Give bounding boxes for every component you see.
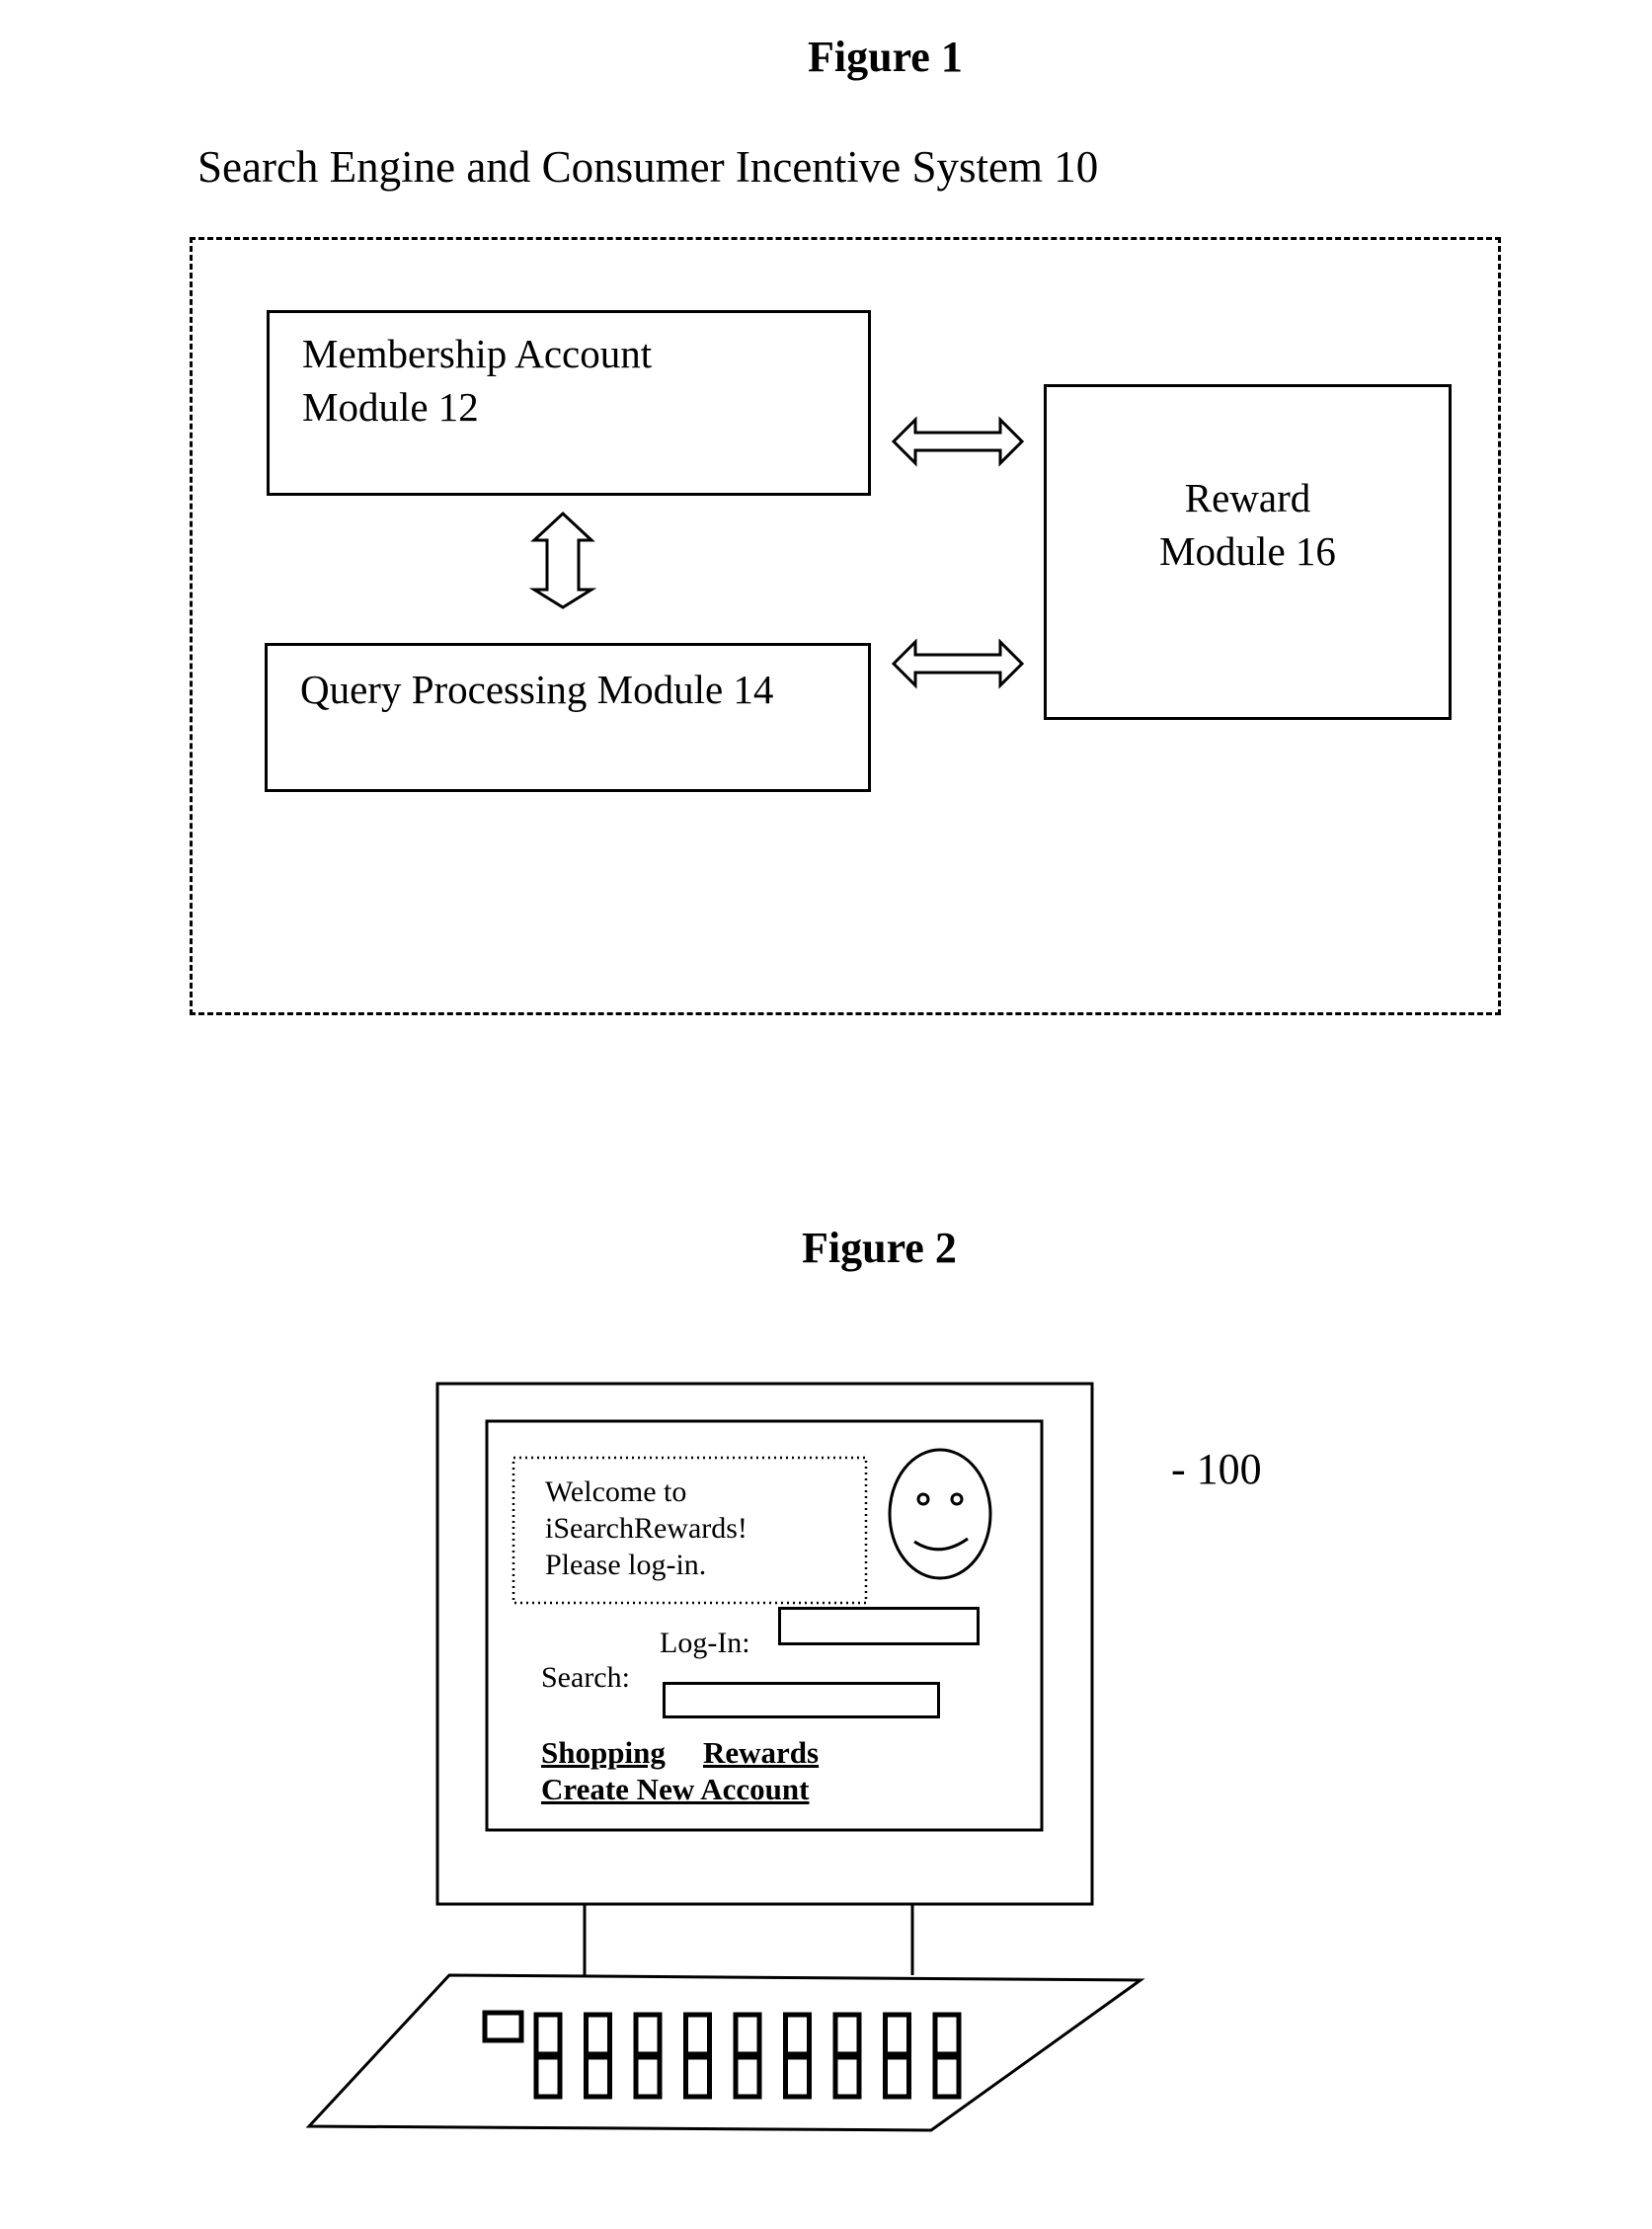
keyboard-small-key: [482, 2010, 524, 2043]
keyboard-key-bottom: [633, 2054, 663, 2100]
create-account-link[interactable]: Create New Account: [541, 1772, 809, 1807]
welcome-line-1: Welcome to: [545, 1475, 687, 1508]
keyboard-key-top: [584, 2012, 612, 2057]
keyboard-key-bottom: [932, 2054, 962, 2100]
keyboard-key-bottom: [883, 2054, 911, 2100]
keyboard-key-bottom: [733, 2054, 762, 2100]
keyboard-key-top: [883, 2012, 911, 2057]
welcome-line-3: Please log-in.: [545, 1549, 707, 1581]
search-label: Search:: [541, 1661, 630, 1694]
keyboard-key-bottom: [832, 2054, 862, 2100]
keyboard-key-top: [633, 2012, 663, 2057]
keyboard: [305, 1973, 1145, 2132]
monitor-frame: [435, 1382, 1094, 1906]
keyboard-key-bottom: [533, 2054, 563, 2100]
search-input[interactable]: [663, 1682, 940, 1718]
keyboard-key-top: [783, 2012, 812, 2057]
rewards-link[interactable]: Rewards: [703, 1735, 819, 1771]
keyboard-key-top: [683, 2012, 712, 2057]
login-input[interactable]: [778, 1607, 980, 1645]
keyboard-key-top: [733, 2012, 762, 2057]
keyboard-key-top: [533, 2012, 563, 2057]
keyboard-key-top: [932, 2012, 962, 2057]
keyboard-key-bottom: [584, 2054, 612, 2100]
keyboard-key-bottom: [783, 2054, 812, 2100]
login-label: Log-In:: [660, 1627, 750, 1659]
keyboard-key-bottom: [683, 2054, 712, 2100]
shopping-link[interactable]: Shopping: [541, 1735, 666, 1771]
keyboard-keys: [482, 2010, 962, 2100]
welcome-line-2: iSearchRewards!: [545, 1512, 747, 1545]
smiley-icon: [888, 1448, 992, 1580]
keyboard-key-top: [832, 2012, 862, 2057]
computer-illustration: [305, 1382, 1145, 2132]
